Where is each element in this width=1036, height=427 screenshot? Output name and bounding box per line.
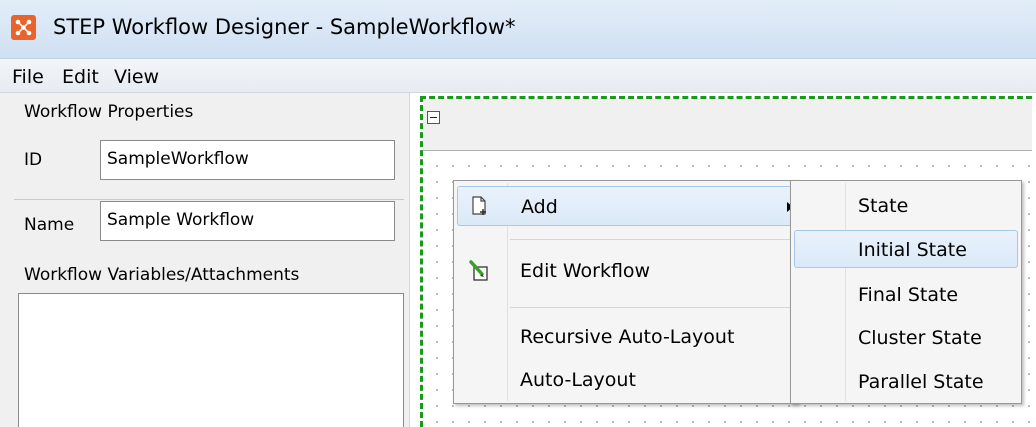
context-menu-label-add: Add <box>521 196 558 218</box>
collapse-minus-icon[interactable] <box>427 111 440 124</box>
menu-edit[interactable]: Edit <box>62 66 99 88</box>
context-menu-label-edit-workflow: Edit Workflow <box>520 260 651 282</box>
workflow-variables-title: Workflow Variables/Attachments <box>24 265 300 285</box>
canvas-header <box>423 99 1032 151</box>
window-title: STEP Workflow Designer - SampleWorkflow* <box>53 15 516 39</box>
submenu-label-parallel-state: Parallel State <box>858 371 984 393</box>
edit-pencil-icon <box>469 260 491 287</box>
context-menu-item-edit-workflow[interactable]: Edit Workflow <box>454 250 797 290</box>
variables-divider <box>14 199 404 200</box>
context-menu-separator <box>510 239 792 240</box>
context-menu-item-recursive-auto-layout[interactable]: Recursive Auto-Layout <box>454 317 797 357</box>
add-submenu: State Initial State Final State Cluster … <box>790 180 1022 404</box>
submenu-item-cluster-state[interactable]: Cluster State <box>794 318 1018 356</box>
name-field[interactable]: Sample Workflow <box>100 201 395 241</box>
submenu-item-final-state[interactable]: Final State <box>794 275 1018 313</box>
context-menu-label-auto-layout: Auto-Layout <box>520 369 636 391</box>
name-label: Name <box>24 215 75 235</box>
id-label: ID <box>24 150 43 170</box>
context-menu-item-add[interactable]: Add <box>457 186 794 226</box>
context-menu-separator <box>510 307 792 308</box>
context-menu-label-recursive-auto-layout: Recursive Auto-Layout <box>520 326 735 348</box>
submenu-label-state: State <box>858 195 909 217</box>
workflow-properties-title: Workflow Properties <box>24 102 194 122</box>
menu-view[interactable]: View <box>114 66 159 88</box>
workflow-variables-list[interactable] <box>18 293 404 427</box>
title-bar: STEP Workflow Designer - SampleWorkflow* <box>0 0 1036 58</box>
step-app-icon <box>11 15 36 40</box>
add-document-icon <box>471 196 489 221</box>
submenu-label-initial-state: Initial State <box>858 239 967 261</box>
id-field[interactable]: SampleWorkflow <box>100 140 395 180</box>
menu-bar: File Edit View <box>0 58 1036 93</box>
menu-file[interactable]: File <box>12 66 44 88</box>
context-menu: Add Edit Workflow Recursive Auto-Layout … <box>453 180 798 404</box>
submenu-item-initial-state[interactable]: Initial State <box>794 230 1018 268</box>
context-menu-item-auto-layout[interactable]: Auto-Layout <box>454 360 797 400</box>
submenu-item-state[interactable]: State <box>794 186 1018 224</box>
submenu-item-parallel-state[interactable]: Parallel State <box>794 362 1018 400</box>
submenu-label-cluster-state: Cluster State <box>858 327 982 349</box>
submenu-label-final-state: Final State <box>858 284 959 306</box>
